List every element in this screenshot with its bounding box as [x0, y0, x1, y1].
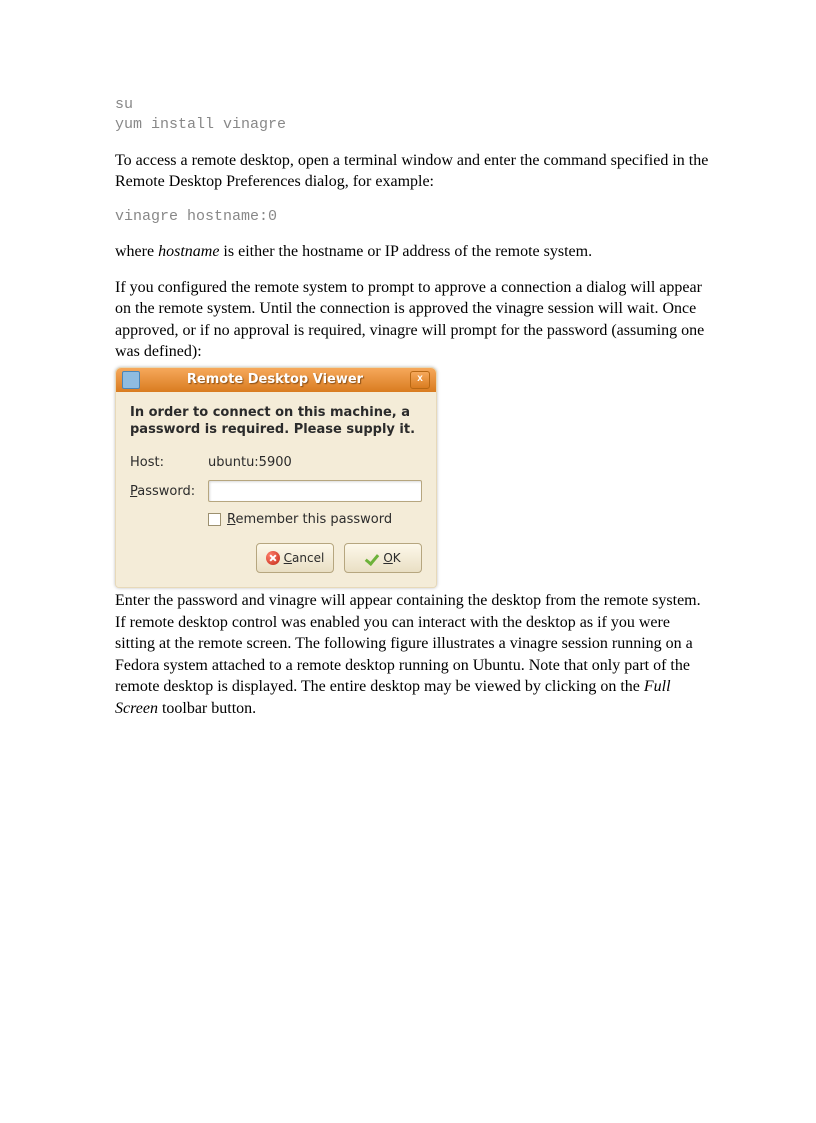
text-italic: hostname	[158, 243, 219, 260]
host-row: Host: ubuntu:5900	[130, 455, 422, 470]
cancel-icon	[266, 551, 280, 565]
password-input[interactable]	[208, 480, 422, 502]
paragraph: To access a remote desktop, open a termi…	[115, 150, 711, 193]
label-rest: assword:	[137, 484, 195, 499]
remember-row[interactable]: Remember this password	[208, 512, 422, 527]
ok-button[interactable]: OK	[344, 543, 422, 573]
close-icon[interactable]: x	[410, 371, 430, 389]
code-block-install: su yum install vinagre	[115, 95, 711, 136]
code-line: yum install vinagre	[115, 116, 286, 133]
label-rest: ancel	[292, 551, 324, 565]
code-line: vinagre hostname:0	[115, 208, 277, 225]
password-row: Password:	[130, 480, 422, 502]
host-value: ubuntu:5900	[208, 455, 292, 470]
remember-label: Remember this password	[227, 512, 392, 527]
label-rest: K	[393, 551, 401, 565]
document-page: su yum install vinagre To access a remot…	[0, 0, 816, 1123]
dialog-body: In order to connect on this machine, a p…	[116, 392, 436, 587]
host-label: Host:	[130, 455, 208, 470]
app-icon	[122, 371, 140, 389]
mnemonic: C	[284, 551, 292, 565]
button-label: OK	[383, 551, 400, 565]
paragraph: where hostname is either the hostname or…	[115, 241, 711, 263]
paragraph: If you configured the remote system to p…	[115, 277, 711, 363]
label-rest: emember this password	[235, 512, 392, 527]
paragraph: Enter the password and vinagre will appe…	[115, 590, 711, 720]
text-run: toolbar button.	[158, 700, 256, 717]
dialog-button-row: Cancel OK	[130, 543, 422, 573]
remote-desktop-viewer-dialog: Remote Desktop Viewer x In order to conn…	[115, 367, 437, 588]
text-run: is either the hostname or IP address of …	[219, 243, 592, 260]
code-line: su	[115, 96, 133, 113]
dialog-title: Remote Desktop Viewer	[140, 372, 410, 387]
ok-icon	[365, 551, 379, 565]
dialog-titlebar[interactable]: Remote Desktop Viewer x	[116, 368, 436, 392]
cancel-button[interactable]: Cancel	[256, 543, 334, 573]
code-block-command: vinagre hostname:0	[115, 207, 711, 227]
button-label: Cancel	[284, 551, 325, 565]
password-label: Password:	[130, 484, 208, 499]
remember-checkbox[interactable]	[208, 513, 221, 526]
mnemonic: O	[383, 551, 392, 565]
dialog-message: In order to connect on this machine, a p…	[130, 404, 422, 439]
text-run: where	[115, 243, 158, 260]
text-run: Enter the password and vinagre will appe…	[115, 592, 701, 695]
